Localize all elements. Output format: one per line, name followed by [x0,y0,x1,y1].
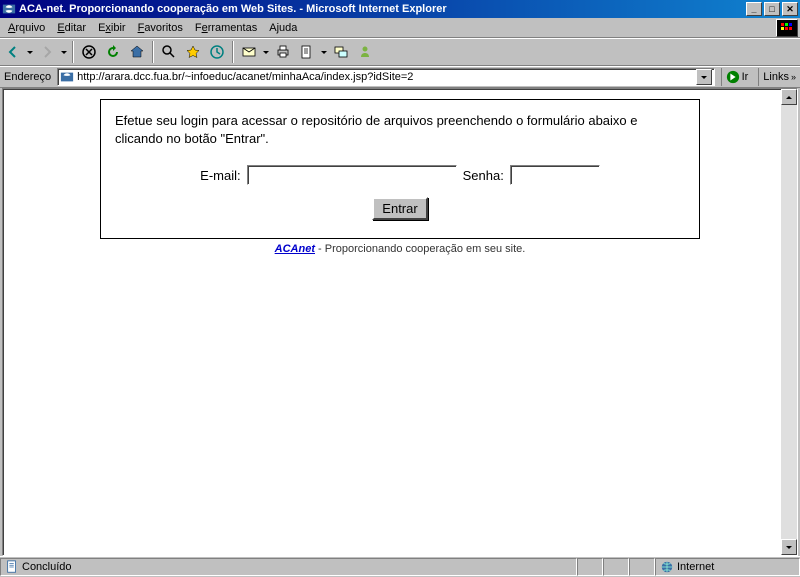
status-text: Concluído [22,561,72,573]
senha-label: Senha: [463,168,504,183]
stop-button[interactable] [78,41,100,63]
forward-dropdown[interactable] [60,41,68,63]
edit-dropdown[interactable] [320,41,328,63]
email-label: E-mail: [200,168,240,183]
separator [72,41,74,63]
print-button[interactable] [272,41,294,63]
scrollbar[interactable] [781,89,797,555]
close-button[interactable]: ✕ [782,2,798,16]
footer-line: ACAnet - Proporcionando cooperação em se… [275,243,526,255]
forward-button[interactable] [36,41,58,63]
ie-logo-icon [776,19,798,37]
menu-arquivo[interactable]: Arquivo [2,20,51,36]
refresh-button[interactable] [102,41,124,63]
menu-ferramentas[interactable]: Ferramentas [189,20,263,36]
entrar-button[interactable]: Entrar [372,197,427,220]
document-icon [5,560,19,574]
app-icon [2,2,16,16]
content-area: Efetue seu login para acessar o repositó… [2,88,798,556]
back-dropdown[interactable] [26,41,34,63]
footer-brand-link[interactable]: ACAnet [275,243,315,255]
statusbar: Concluído Internet [0,556,800,576]
menu-editar[interactable]: Editar [51,20,92,36]
edit-button[interactable] [296,41,318,63]
address-bar: Endereço Ir Links » [0,66,800,88]
address-dropdown[interactable] [696,69,712,85]
favorites-button[interactable] [182,41,204,63]
login-box: Efetue seu login para acessar o repositó… [100,99,700,239]
menu-ajuda[interactable]: Ajuda [263,20,303,36]
titlebar: ACA-net. Proporcionando cooperação em We… [0,0,800,18]
back-button[interactable] [2,41,24,63]
address-label: Endereço [2,71,53,83]
links-button[interactable]: Links » [758,68,798,86]
status-panel-2 [577,558,603,576]
status-zone: Internet [655,558,800,576]
globe-icon [660,560,674,574]
status-zone-text: Internet [677,561,714,573]
email-field[interactable] [247,165,457,185]
separator [232,41,234,63]
separator [152,41,154,63]
home-button[interactable] [126,41,148,63]
search-button[interactable] [158,41,180,63]
chevron-right-icon: » [791,72,796,82]
senha-field[interactable] [510,165,600,185]
status-main: Concluído [0,558,577,576]
footer-tagline: - Proporcionando cooperação em seu site. [315,243,525,255]
mail-button[interactable] [238,41,260,63]
history-button[interactable] [206,41,228,63]
menu-exibir[interactable]: Exibir [92,20,132,36]
page-icon [60,70,74,84]
status-panel-4 [629,558,655,576]
discuss-button[interactable] [330,41,352,63]
toolbar [0,38,800,66]
window-title: ACA-net. Proporcionando cooperação em We… [19,3,744,15]
scroll-up-button[interactable] [781,89,797,105]
go-button[interactable]: Ir [721,68,753,86]
address-field[interactable] [57,68,714,86]
mail-dropdown[interactable] [262,41,270,63]
address-input[interactable] [77,71,692,83]
maximize-button[interactable]: □ [764,2,780,16]
scroll-down-button[interactable] [781,539,797,555]
login-intro: Efetue seu login para acessar o repositó… [115,112,685,147]
status-panel-3 [603,558,629,576]
minimize-button[interactable]: _ [746,2,762,16]
messenger-button[interactable] [354,41,376,63]
menu-favoritos[interactable]: Favoritos [132,20,189,36]
menubar: Arquivo Editar Exibir Favoritos Ferramen… [0,18,800,38]
